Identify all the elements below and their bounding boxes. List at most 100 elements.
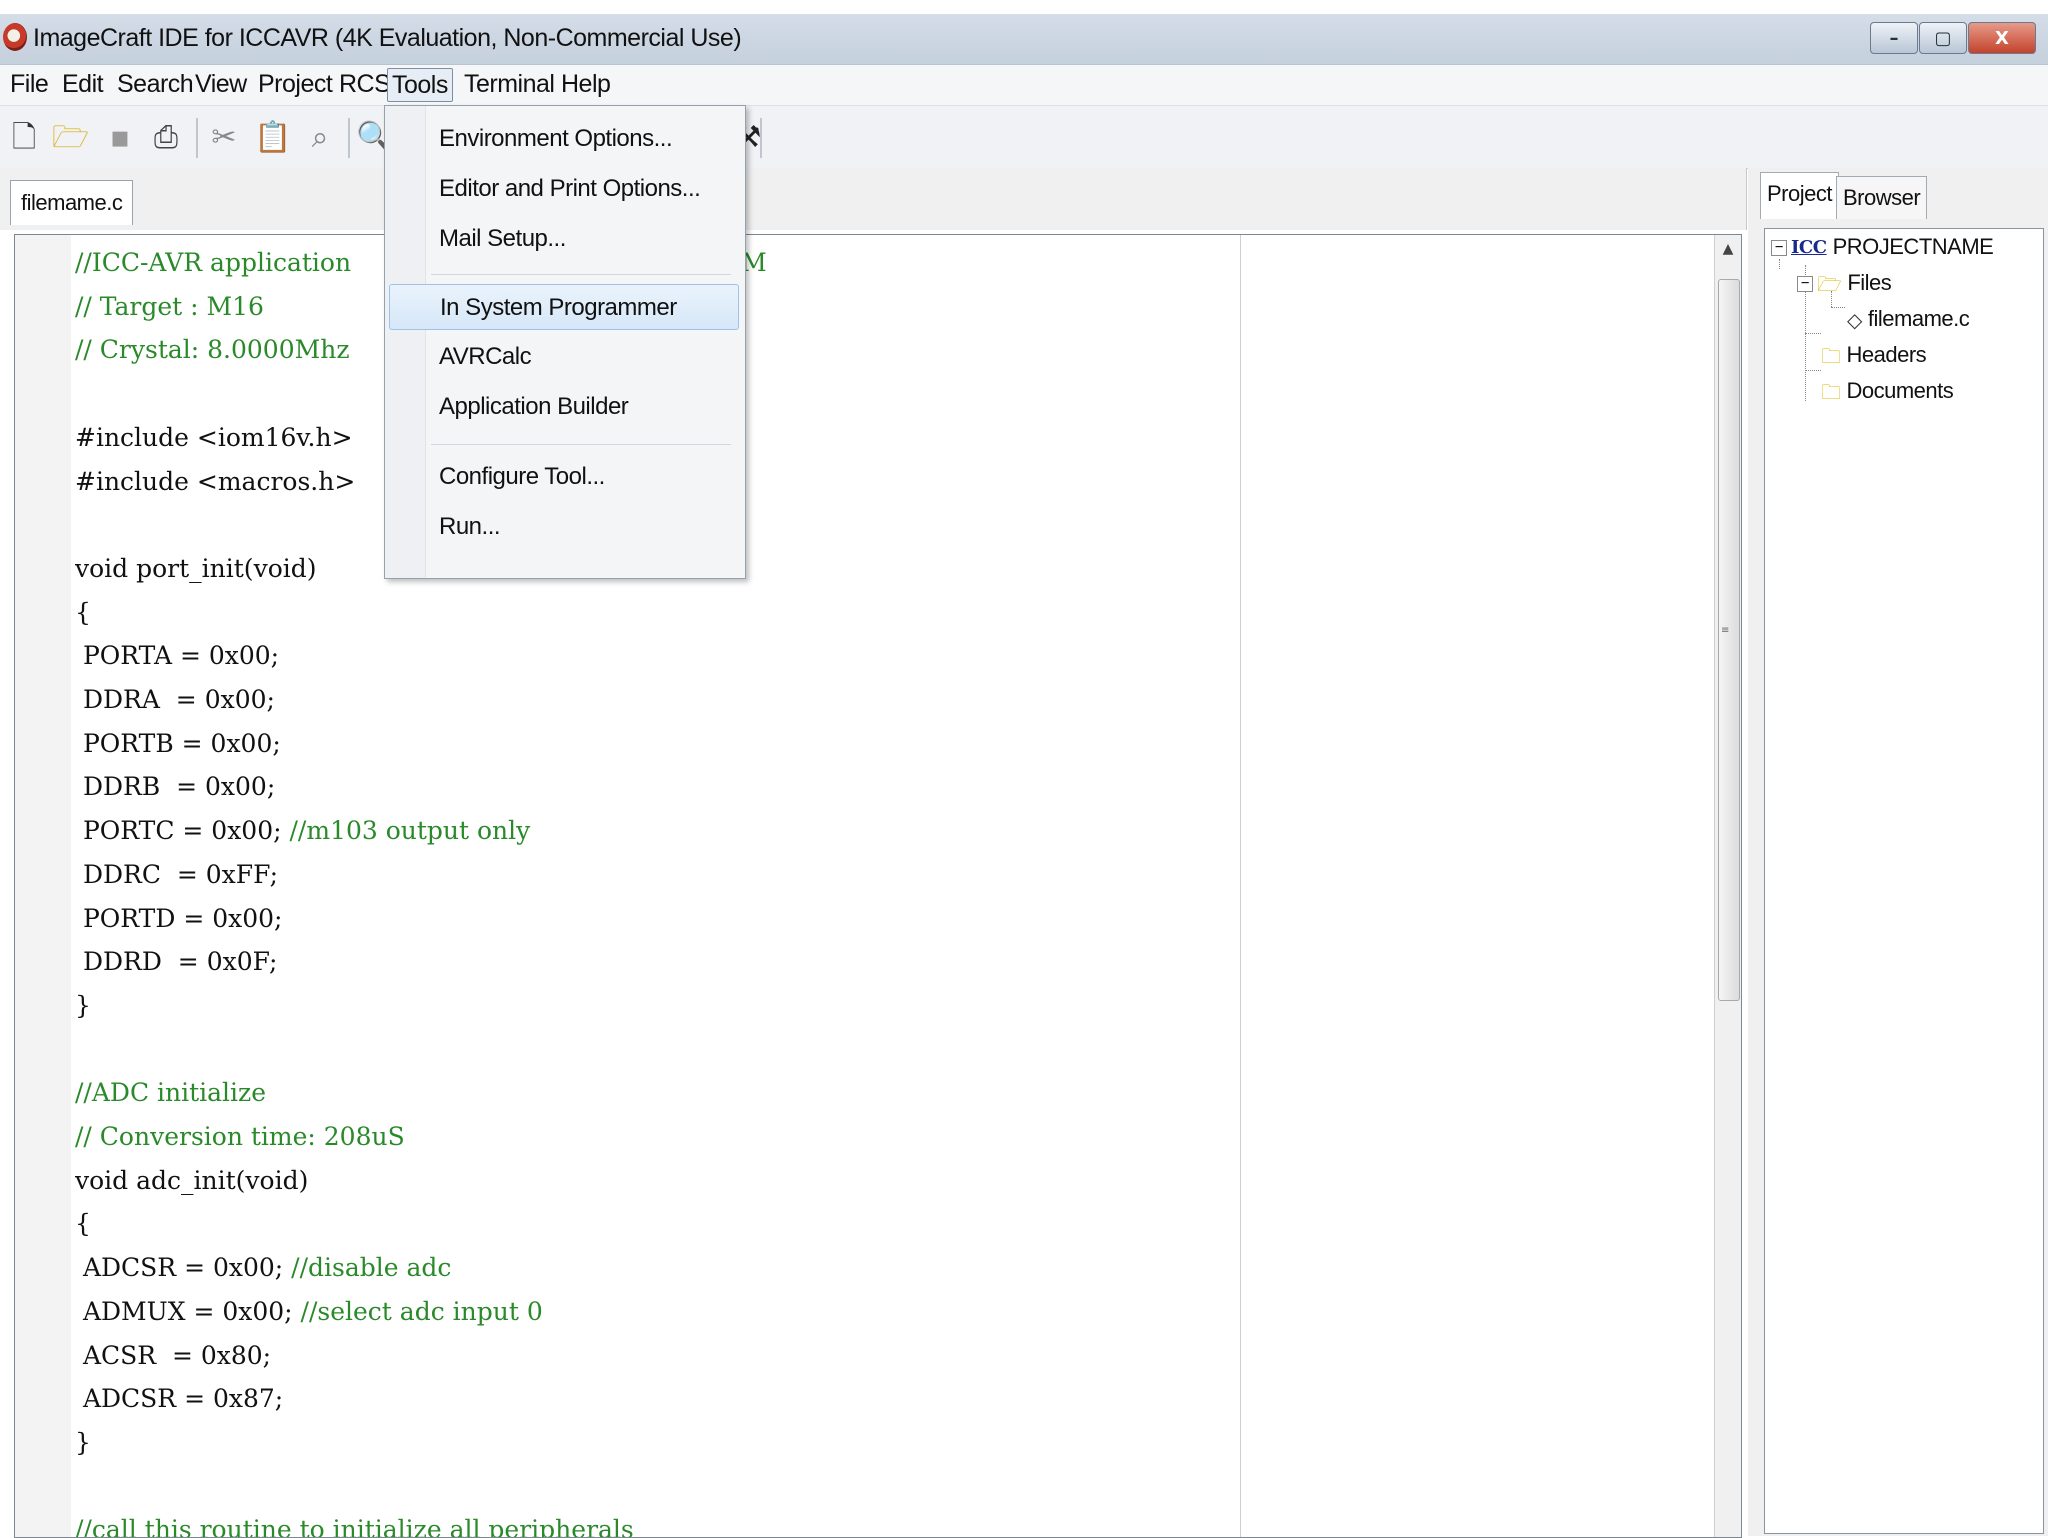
code-line: DDRC = 0xFF; <box>75 853 278 897</box>
code-line: //call this routine to initialize all pe… <box>75 1508 634 1537</box>
code-line: ACSR = 0x80; <box>75 1334 271 1378</box>
menu-tools[interactable]: Tools <box>387 68 453 102</box>
code-line: PORTA = 0x00; <box>75 634 279 678</box>
menu-terminal[interactable]: Terminal <box>460 68 558 100</box>
code-line: ADMUX = 0x00; //select adc input 0 <box>75 1290 543 1334</box>
tab-filemame-c[interactable]: filemame.c <box>10 180 134 225</box>
menu-view[interactable]: View <box>191 68 251 100</box>
code-line: } <box>75 1421 91 1465</box>
menu-item-environment-options[interactable]: Environment Options... <box>389 116 739 162</box>
tree-documents-node[interactable]: 🗀 Documents <box>1821 375 1954 407</box>
editor-tab-strip: filemame.c <box>0 168 1747 230</box>
code-line: ADCSR = 0x87; <box>75 1377 283 1421</box>
paste-icon[interactable]: 📋 <box>254 120 291 156</box>
code-line: #include <iom16v.h> <box>75 416 353 460</box>
code-text: ADCSR = 0x00; <box>75 1253 292 1283</box>
code-text: DDRB = 0x00; <box>75 772 276 802</box>
folder-icon: 🗀 <box>1821 380 1841 405</box>
code-text: //ICC-AVR application <box>75 248 360 277</box>
code-text: PORTA = 0x00; <box>75 641 280 671</box>
code-comment: //select adc input 0 <box>300 1296 543 1326</box>
find-icon[interactable]: ⌕ <box>302 120 338 156</box>
code-text: // Crystal: 8.0000Mhz <box>75 335 350 365</box>
code-text: //ADC initialize <box>75 1078 267 1108</box>
menu-separator <box>431 444 731 445</box>
app-logo-icon <box>3 23 27 51</box>
editor-gutter <box>15 235 71 1537</box>
code-line: PORTD = 0x00; <box>75 897 283 941</box>
cut-icon[interactable]: ✂ <box>206 120 242 156</box>
scrollbar-thumb[interactable] <box>1718 279 1740 1001</box>
code-line: DDRB = 0x00; <box>75 765 275 809</box>
code-text: { <box>75 1209 91 1239</box>
print-icon[interactable]: ⎙ <box>148 120 184 156</box>
vertical-scrollbar[interactable]: ▲ ≡ <box>1714 235 1741 1537</box>
code-line: } <box>75 984 91 1028</box>
tree-file-node[interactable]: ◇ filemame.c <box>1847 303 1970 335</box>
menu-item-run[interactable]: Run... <box>389 504 739 550</box>
tree-root-label: PROJECTNAME <box>1832 234 1994 259</box>
menu-item-application-builder[interactable]: Application Builder <box>389 384 739 430</box>
minimize-button[interactable]: – <box>1870 22 1918 54</box>
code-text: DDRD = 0x0F; <box>75 947 278 977</box>
tree-files-label: Files <box>1847 270 1892 295</box>
code-text: DDRA = 0x00; <box>75 685 275 714</box>
menu-edit[interactable]: Edit <box>58 68 107 100</box>
code-line: #include <macros.h> <box>75 460 355 504</box>
collapse-icon[interactable]: − <box>1771 240 1787 257</box>
tab-project[interactable]: Project <box>1760 172 1839 219</box>
close-button[interactable]: X <box>1968 22 2036 54</box>
code-area[interactable]: //ICC-AVR application 1:40 AM// Target :… <box>75 235 1715 1537</box>
tree-root-node[interactable]: − ICC PROJECTNAME <box>1771 231 1994 263</box>
code-line: // Target : M16 <box>75 285 264 329</box>
code-text: DDRC = 0xFF; <box>75 859 279 889</box>
code-line: // Conversion time: 208uS <box>75 1115 405 1159</box>
code-text: ADCSR = 0x87; <box>75 1384 284 1414</box>
code-text: PORTC = 0x00; <box>75 816 290 846</box>
code-line: //ADC initialize <box>75 1071 266 1115</box>
code-line: ADCSR = 0x00; //disable adc <box>75 1246 451 1290</box>
maximize-icon: ▢ <box>1934 27 1952 49</box>
new-file-icon[interactable]: 🗋 <box>6 120 42 156</box>
code-text: //call this routine to initialize all pe… <box>75 1515 634 1537</box>
minimize-icon: – <box>1889 27 1899 49</box>
code-text: } <box>75 1427 91 1457</box>
code-editor[interactable]: //ICC-AVR application 1:40 AM// Target :… <box>14 234 1742 1538</box>
tools-menu-dropdown: Environment Options... Editor and Print … <box>384 105 746 579</box>
open-folder-icon[interactable]: 🗁 <box>52 120 89 156</box>
project-panel: Project Browser − ICC PROJECTNAME − 🗁 Files … <box>1748 168 2048 1536</box>
code-line: { <box>75 591 91 635</box>
save-icon[interactable]: ▪ <box>102 120 138 156</box>
code-line: { <box>75 1202 91 1246</box>
collapse-icon[interactable]: − <box>1797 276 1813 293</box>
scroll-grip-icon: ≡ <box>1721 625 1730 636</box>
tree-files-node[interactable]: − 🗁 Files <box>1797 267 1892 299</box>
code-line: void adc_init(void) <box>75 1159 308 1203</box>
menu-help[interactable]: Help <box>557 68 614 100</box>
code-comment: //m103 output only <box>289 816 531 846</box>
toolbar-separator <box>760 118 762 158</box>
menu-item-mail-setup[interactable]: Mail Setup... <box>389 216 739 262</box>
code-text: #include <macros.h> <box>75 466 356 496</box>
code-text: ADMUX = 0x00; <box>75 1296 301 1326</box>
code-text: PORTB = 0x00; <box>75 728 281 758</box>
menu-project[interactable]: Project <box>254 68 336 100</box>
maximize-button[interactable]: ▢ <box>1919 22 1967 54</box>
code-text: ACSR = 0x80; <box>75 1340 272 1370</box>
toolbar-separator <box>348 118 350 158</box>
menu-rcs[interactable]: RCS <box>335 68 394 100</box>
menu-item-configure-tool[interactable]: Configure Tool... <box>389 454 739 500</box>
source-file-icon: ◇ <box>1847 308 1862 333</box>
menu-item-avrcalc[interactable]: AVRCalc <box>389 334 739 380</box>
code-line: DDRA = 0x00; <box>75 678 275 722</box>
menu-item-editor-print-options[interactable]: Editor and Print Options... <box>389 166 739 212</box>
tree-file-label: filemame.c <box>1867 306 1970 331</box>
scroll-up-icon[interactable]: ▲ <box>1715 241 1741 257</box>
folder-icon: 🗀 <box>1821 344 1841 369</box>
code-text: void port_init(void) <box>75 553 317 583</box>
menu-search[interactable]: Search <box>113 68 197 100</box>
menu-file[interactable]: File <box>6 68 52 100</box>
tree-headers-node[interactable]: 🗀 Headers <box>1821 339 1927 371</box>
tab-browser[interactable]: Browser <box>1836 176 1928 219</box>
menu-item-in-system-programmer[interactable]: In System Programmer <box>389 284 739 330</box>
